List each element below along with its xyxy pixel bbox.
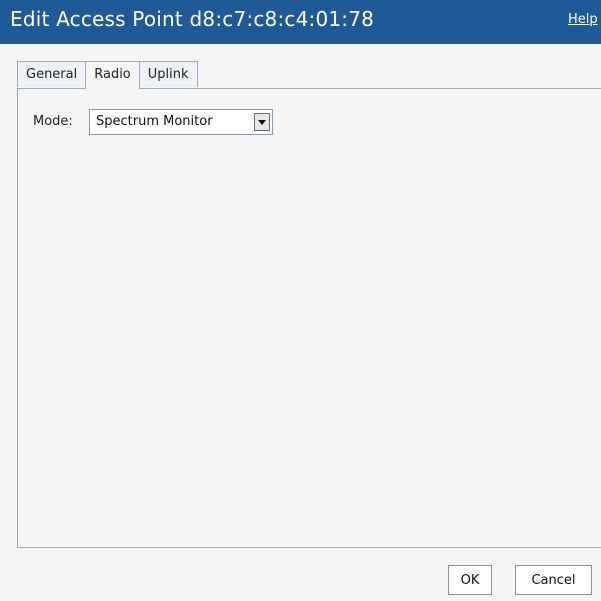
tab-radio[interactable]: Radio bbox=[85, 61, 140, 89]
tab-content-radio bbox=[17, 88, 601, 548]
dialog-titlebar: Edit Access Point d8:c7:c8:c4:01:78 Help bbox=[0, 0, 601, 44]
cancel-button[interactable]: Cancel bbox=[515, 565, 592, 595]
tab-uplink[interactable]: Uplink bbox=[138, 61, 198, 87]
ok-button[interactable]: OK bbox=[448, 565, 492, 595]
chevron-down-icon[interactable] bbox=[254, 113, 270, 131]
mode-label: Mode: bbox=[33, 114, 73, 129]
dialog-title: Edit Access Point d8:c7:c8:c4:01:78 bbox=[10, 7, 375, 31]
mode-select-value: Spectrum Monitor bbox=[96, 114, 213, 129]
tab-general[interactable]: General bbox=[17, 61, 87, 87]
tab-bar: General Radio Uplink bbox=[17, 61, 198, 89]
help-link[interactable]: Help bbox=[568, 12, 598, 27]
mode-select[interactable]: Spectrum Monitor bbox=[89, 109, 273, 135]
